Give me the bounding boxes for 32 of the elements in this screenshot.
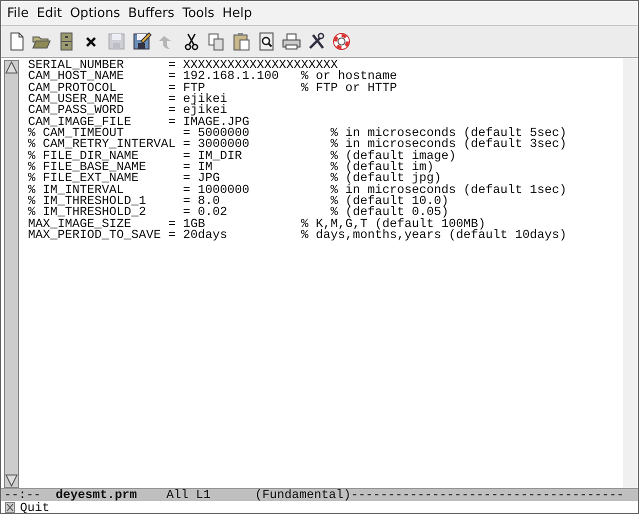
floppy-pencil-icon[interactable] <box>131 31 152 52</box>
code-line: % CAM_TIMEOUT = 5000000 % in microseconds (default 5sec) <box>28 128 568 140</box>
lifebuoy-icon[interactable] <box>331 31 352 52</box>
code-line: % IM_INTERVAL = 1000000 % in microseconds (default 1sec) <box>28 184 568 196</box>
code-line: MAX_PERIOD_TO_SAVE = 20days % days,months,years (default 10days) <box>28 230 568 242</box>
menu-item[interactable]: Edit <box>32 6 66 20</box>
mode-line: --:-- deyesmt.prm All L1 (Fundamental)------------------------------------- <box>3 489 625 501</box>
code-line: CAM_PROTOCOL = FTP % FTP or HTTP <box>28 82 398 94</box>
code-line: % IM_THRESHOLD_2 = 0.02 % (default 0.05) <box>28 207 449 219</box>
code-line: % FILE_BASE_NAME = IM % (default im) <box>28 162 434 174</box>
scrollbar[interactable] <box>4 60 19 488</box>
code-line: % FILE_DIR_NAME = IM_DIR % (default image) <box>28 150 458 162</box>
menu-item[interactable]: Help <box>218 6 256 20</box>
code-line: CAM_PASS_WORD = ejikei <box>28 105 228 117</box>
code-line: MAX_IMAGE_SIZE = 1GB % K,M,G,T (default 100MB) <box>28 218 486 230</box>
paste-icon[interactable] <box>231 31 252 52</box>
scroll-up-icon[interactable] <box>5 61 18 74</box>
code-line: CAM_IMAGE_FILE = IMAGE.JPG <box>28 116 250 128</box>
menu-item[interactable]: File <box>3 6 33 20</box>
menu-item[interactable]: Options <box>66 6 124 20</box>
scroll-down-icon[interactable] <box>5 474 18 487</box>
code-line: % FILE_EXT_NAME = JPG % (default jpg) <box>28 173 442 185</box>
code-line: % IM_THRESHOLD_1 = 8.0 % (default 10.0) <box>28 196 450 208</box>
code-line: SERIAL_NUMBER = XXXXXXXXXXXXXXXXXXXXX <box>28 60 339 72</box>
code-line: CAM_HOST_NAME = 192.168.1.100 % or hostname <box>28 71 398 83</box>
echo-message: Quit <box>20 502 50 513</box>
code-line: CAM_USER_NAME = ejikei <box>28 94 228 106</box>
code-line: % CAM_RETRY_INTERVAL = 3000000 % in microseconds (default 3sec) <box>28 139 568 151</box>
menu-item[interactable]: Tools <box>178 6 218 20</box>
scrollbar-corner-icon <box>5 502 15 513</box>
printer-icon[interactable] <box>281 31 302 52</box>
menu-item[interactable]: Buffers <box>124 6 178 20</box>
